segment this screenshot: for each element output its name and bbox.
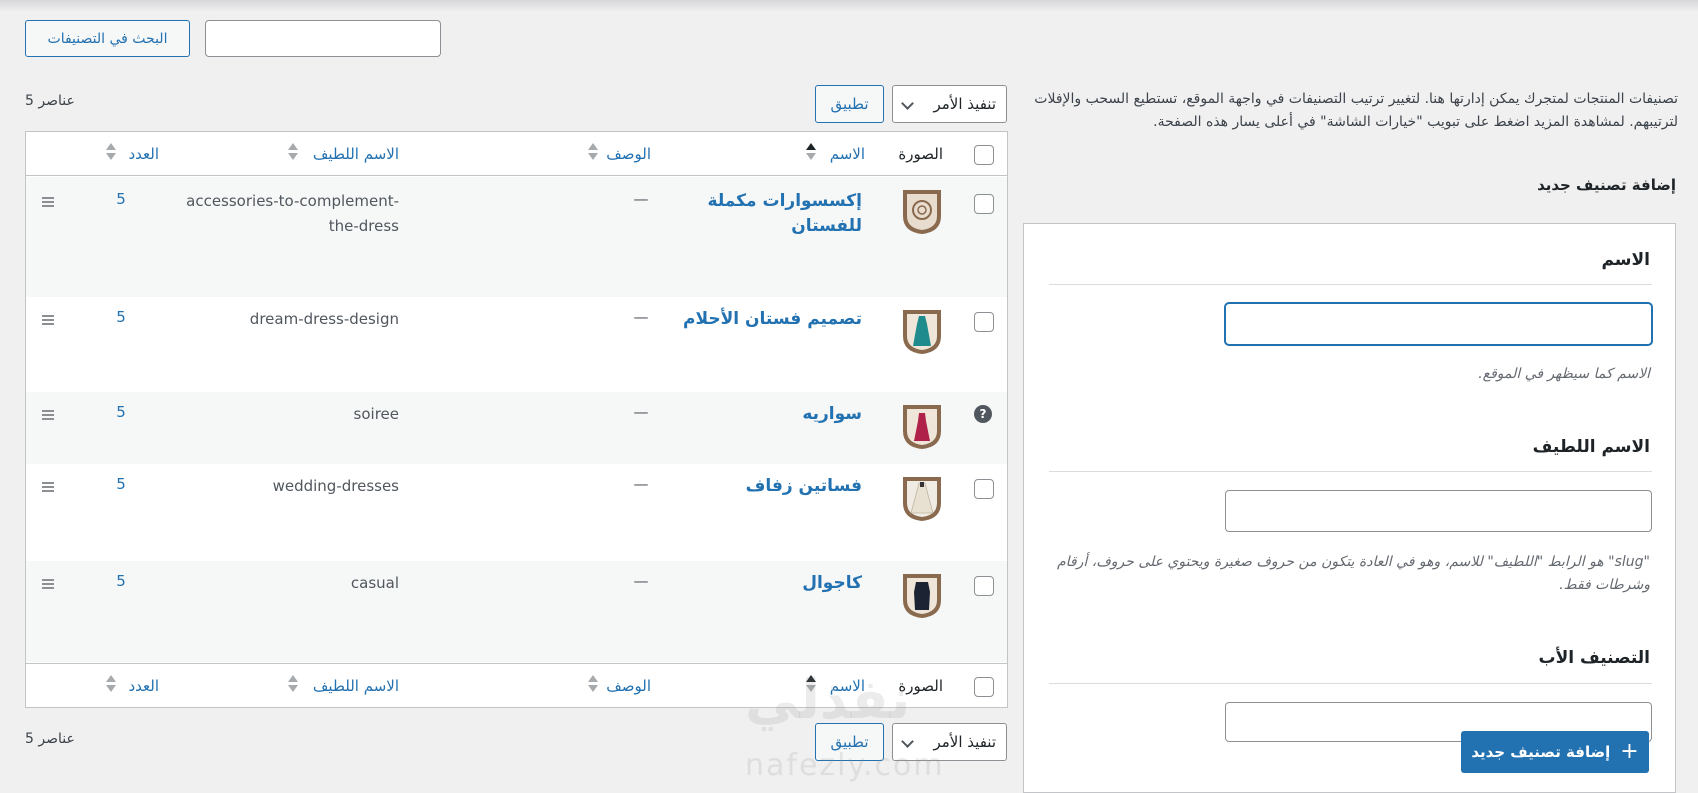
- category-thumbnail[interactable]: [899, 186, 945, 236]
- name-help: الاسم كما سيظهر في الموقع.: [1478, 366, 1650, 382]
- table-row: إكسسوارات مكملة للفستان — accessories-to…: [26, 177, 1007, 297]
- bulk-actions-label: تنفيذ الأمر: [933, 95, 997, 113]
- name-field[interactable]: [1225, 303, 1652, 345]
- category-thumbnail[interactable]: [899, 473, 945, 523]
- add-new-category-button[interactable]: إضافة تصنيف جديد +: [1461, 731, 1649, 773]
- drag-handle-icon[interactable]: [42, 482, 54, 494]
- drag-handle-icon[interactable]: [42, 197, 54, 209]
- add-new-category-label: إضافة تصنيف جديد: [1471, 743, 1611, 761]
- table-header: الصورة الاسم الوصف الاسم اللطيف العدد: [26, 132, 1007, 176]
- add-category-form: الاسم الاسم كما سيظهر في الموقع. الاسم ا…: [1023, 223, 1676, 793]
- row-checkbox[interactable]: [974, 312, 994, 332]
- col-description[interactable]: الوصف: [606, 145, 651, 163]
- category-slug: soiree: [353, 405, 399, 423]
- category-name-link[interactable]: إكسسوارات مكملة للفستان: [652, 189, 862, 239]
- parent-category-label: التصنيف الأب: [1538, 648, 1650, 668]
- table-row: كاجوال — casual 5: [26, 561, 1007, 662]
- help-icon[interactable]: ?: [974, 405, 992, 423]
- category-count-link[interactable]: 5: [114, 190, 128, 208]
- row-checkbox[interactable]: [974, 576, 994, 596]
- category-slug: casual: [350, 574, 399, 592]
- col-description-footer[interactable]: الوصف: [606, 677, 651, 695]
- category-name-link[interactable]: تصميم فستان الأحلام: [652, 307, 862, 332]
- slug-field[interactable]: [1225, 490, 1652, 532]
- divider: [1049, 284, 1652, 285]
- col-slug-footer[interactable]: الاسم اللطيف: [313, 677, 399, 695]
- drag-handle-icon[interactable]: [42, 410, 54, 422]
- select-all-checkbox-footer[interactable]: [974, 677, 994, 697]
- slug-label: الاسم اللطيف: [1532, 437, 1650, 457]
- category-description: —: [633, 572, 649, 590]
- sort-description-icon[interactable]: [588, 675, 598, 695]
- search-categories-button[interactable]: البحث في التصنيفات: [25, 20, 190, 57]
- category-thumbnail[interactable]: [899, 306, 945, 356]
- category-slug: dream-dress-design: [249, 310, 399, 328]
- table-row: ? سواريه — soiree 5: [26, 392, 1007, 464]
- items-count-top: 5 عناصر: [25, 93, 75, 109]
- categories-table: الصورة الاسم الوصف الاسم اللطيف العدد إك…: [25, 131, 1008, 708]
- name-label: الاسم: [1601, 250, 1650, 270]
- sort-description-icon[interactable]: [588, 143, 598, 163]
- col-count-footer[interactable]: العدد: [128, 677, 159, 695]
- col-name[interactable]: الاسم: [830, 145, 865, 163]
- col-count[interactable]: العدد: [128, 145, 159, 163]
- sort-slug-icon[interactable]: [288, 675, 298, 695]
- slug-help: "slug" هو الرابط "اللطيف" للاسم، وهو في …: [1056, 554, 1650, 593]
- bulk-actions-select-top[interactable]: تنفيذ الأمر: [892, 85, 1007, 123]
- category-description: —: [633, 403, 649, 421]
- admin-bar-shadow: [0, 0, 1698, 12]
- divider: [1049, 683, 1652, 684]
- category-description: —: [633, 475, 649, 493]
- search-input[interactable]: [205, 20, 441, 57]
- col-image: الصورة: [898, 145, 943, 163]
- category-description: —: [633, 190, 649, 208]
- category-count-link[interactable]: 5: [114, 572, 128, 590]
- category-name-link[interactable]: سواريه: [652, 402, 862, 427]
- watermark-url: nafezly.com: [745, 748, 945, 783]
- category-slug: wedding-dresses: [272, 477, 399, 495]
- sort-slug-icon[interactable]: [288, 143, 298, 163]
- category-count-link[interactable]: 5: [114, 308, 128, 326]
- sort-count-icon[interactable]: [106, 675, 116, 695]
- table-row: فساتين زفاف — wedding-dresses 5: [26, 464, 1007, 561]
- row-checkbox[interactable]: [974, 194, 994, 214]
- col-slug[interactable]: الاسم اللطيف: [313, 145, 399, 163]
- plus-icon: +: [1620, 739, 1639, 764]
- category-name-link[interactable]: كاجوال: [652, 571, 862, 596]
- drag-handle-icon[interactable]: [42, 579, 54, 591]
- chevron-down-icon: [901, 735, 914, 748]
- add-category-title: إضافة تصنيف جديد: [1537, 176, 1676, 194]
- chevron-down-icon: [901, 97, 914, 110]
- apply-button-top[interactable]: تطبيق: [815, 85, 884, 123]
- category-name-link[interactable]: فساتين زفاف: [652, 474, 862, 499]
- divider: [1049, 471, 1652, 472]
- items-count-bottom: 5 عناصر: [25, 731, 75, 747]
- drag-handle-icon[interactable]: [42, 315, 54, 327]
- select-all-checkbox[interactable]: [974, 145, 994, 165]
- table-row: تصميم فستان الأحلام — dream-dress-design…: [26, 297, 1007, 392]
- sort-count-icon[interactable]: [106, 143, 116, 163]
- category-description: —: [633, 308, 649, 326]
- row-checkbox[interactable]: [974, 479, 994, 499]
- category-count-link[interactable]: 5: [114, 403, 128, 421]
- sort-name-icon[interactable]: [806, 143, 816, 163]
- page-description: تصنيفات المنتجات لمتجرك يمكن إدارتها هنا…: [1034, 91, 1678, 130]
- category-thumbnail[interactable]: [899, 570, 945, 620]
- category-slug: accessories-to-complement-the-dress: [186, 192, 399, 235]
- watermark-logo: نفذلي: [745, 668, 911, 731]
- category-thumbnail[interactable]: [899, 401, 945, 451]
- category-count-link[interactable]: 5: [114, 475, 128, 493]
